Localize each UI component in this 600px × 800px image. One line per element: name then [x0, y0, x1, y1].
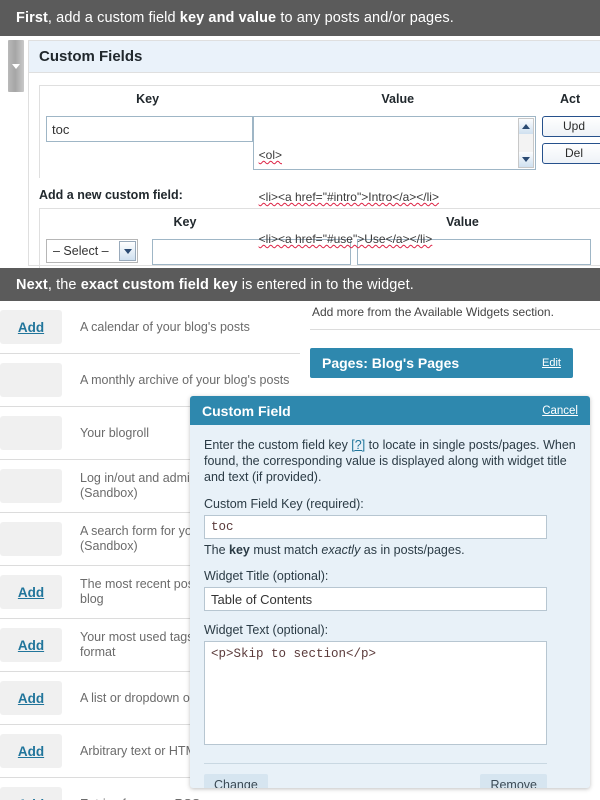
- intro-part-a: Enter the custom field key: [204, 438, 352, 452]
- dialog-custom-field-key-input[interactable]: [204, 515, 547, 539]
- sidebar-widgets-column: Add more from the Available Widgets sect…: [310, 301, 600, 378]
- cell-value: <ol> <li><a href="#intro">Intro</a></li>…: [252, 116, 538, 246]
- screenshot-root: First, add a custom field key and value …: [0, 0, 600, 800]
- scroll-up-icon[interactable]: [518, 119, 533, 134]
- panel-collapse-handle[interactable]: [8, 40, 24, 92]
- custom-fields-region: Custom Fields Key Value Act toc <ol> <li…: [0, 36, 600, 268]
- scroll-down-icon[interactable]: [518, 152, 533, 167]
- annotation-banner-first: First, add a custom field key and value …: [0, 0, 600, 36]
- add-widget-button[interactable]: Add: [0, 787, 62, 800]
- widget-description: Entries from any RSS: [80, 797, 290, 800]
- custom-fields-panel: Custom Fields Key Value Act toc <ol> <li…: [28, 40, 600, 268]
- change-button[interactable]: Change: [204, 774, 268, 788]
- banner-first-rest2: to any posts and/or pages.: [276, 10, 454, 26]
- table-row: <ol> <li><a href="#intro">Intro</a></li>…: [40, 112, 600, 246]
- widget-title-input[interactable]: [204, 587, 547, 611]
- add-widget-button[interactable]: [0, 469, 62, 503]
- delete-button[interactable]: Del: [542, 143, 600, 164]
- chevron-down-icon: [12, 63, 20, 69]
- dialog-body: Enter the custom field key [?] to locate…: [190, 425, 590, 788]
- banner-next-bold2: exact custom field key: [80, 276, 238, 293]
- cancel-link[interactable]: Cancel: [542, 405, 578, 417]
- column-header-key: Key: [136, 92, 160, 106]
- custom-field-key-label: Custom Field Key (required):: [204, 497, 364, 511]
- widget-text-textarea[interactable]: <p>Skip to section</p>: [204, 641, 547, 745]
- dialog-footer: Change Remove: [204, 763, 547, 788]
- add-widget-button[interactable]: Add: [0, 575, 62, 609]
- add-widget-button[interactable]: Add: [0, 310, 62, 344]
- add-widget-button[interactable]: [0, 522, 62, 556]
- widget-title: Pages: Blog's Pages: [322, 355, 460, 371]
- custom-field-key-hint: The key must match exactly as in posts/p…: [204, 543, 576, 557]
- add-widget-button[interactable]: [0, 416, 62, 450]
- select-value: – Select –: [53, 244, 109, 258]
- cell-actions: Upd Del: [538, 116, 600, 170]
- custom-field-key-select[interactable]: – Select –: [46, 239, 138, 263]
- hint-key-bold: key: [229, 543, 250, 557]
- dialog-intro-text: Enter the custom field key [?] to locate…: [204, 437, 576, 485]
- divider: [310, 329, 600, 330]
- dialog-header: Custom Field Cancel: [190, 396, 590, 425]
- table-header-row: Key Value Act: [40, 86, 600, 112]
- update-button[interactable]: Upd: [542, 116, 600, 137]
- column-header-actions: Act: [560, 92, 581, 106]
- annotation-banner-next: Next, the exact custom field key is ente…: [0, 268, 600, 301]
- help-link[interactable]: [?]: [351, 438, 365, 452]
- banner-next-lead: Next: [16, 276, 48, 293]
- widget-pages-blogs-pages[interactable]: Pages: Blog's Pages Edit: [310, 348, 573, 378]
- hint-exactly-italic: exactly: [321, 543, 361, 557]
- add-widget-button[interactable]: Add: [0, 681, 62, 715]
- add-widget-button[interactable]: Add: [0, 734, 62, 768]
- hint-a: The: [204, 543, 230, 557]
- widget-text-label: Widget Text (optional):: [204, 623, 329, 637]
- textarea-scrollbar[interactable]: [517, 118, 534, 168]
- banner-next-rest2: is entered in to the widget.: [237, 276, 414, 293]
- hint-c: must match: [249, 543, 322, 557]
- value-line-3: <li><a href="#use">Use</a></li>: [258, 232, 433, 246]
- banner-first-bold2: key and value: [179, 10, 277, 26]
- custom-field-value-textarea[interactable]: <ol> <li><a href="#intro">Intro</a></li>…: [252, 116, 536, 246]
- custom-field-widget-dialog: Custom Field Cancel Enter the custom fie…: [190, 396, 590, 788]
- add-widget-button[interactable]: Add: [0, 628, 62, 662]
- custom-fields-table: Key Value Act <ol> <li><a href=: [39, 85, 600, 246]
- hint-e: as in posts/pages.: [360, 543, 465, 557]
- widget-list-item: Add A calendar of your blog's posts: [0, 301, 300, 354]
- remove-button[interactable]: Remove: [480, 774, 547, 788]
- cell-select: – Select –: [46, 239, 146, 265]
- panel-title: Custom Fields: [29, 41, 600, 73]
- widget-title-label: Widget Title (optional):: [204, 569, 329, 583]
- column-header-value: Value: [381, 92, 415, 106]
- dialog-title: Custom Field: [202, 402, 291, 419]
- banner-first-lead: First: [16, 10, 48, 26]
- widget-edit-link[interactable]: Edit: [542, 357, 561, 369]
- banner-first-rest: , add a custom field: [47, 10, 180, 26]
- custom-field-key-input[interactable]: [46, 116, 253, 142]
- value-line-1: <ol>: [258, 148, 282, 162]
- available-widgets-note: Add more from the Available Widgets sect…: [312, 305, 554, 319]
- cell-key: [46, 116, 253, 170]
- add-widget-button[interactable]: [0, 363, 62, 397]
- banner-next-rest: , the: [47, 276, 81, 293]
- value-line-2: <li><a href="#intro">Intro</a></li>: [258, 190, 439, 204]
- chevron-down-icon[interactable]: [119, 241, 136, 261]
- widget-description: A monthly archive of your blog's posts: [80, 372, 290, 387]
- widget-description: A calendar of your blog's posts: [80, 319, 250, 334]
